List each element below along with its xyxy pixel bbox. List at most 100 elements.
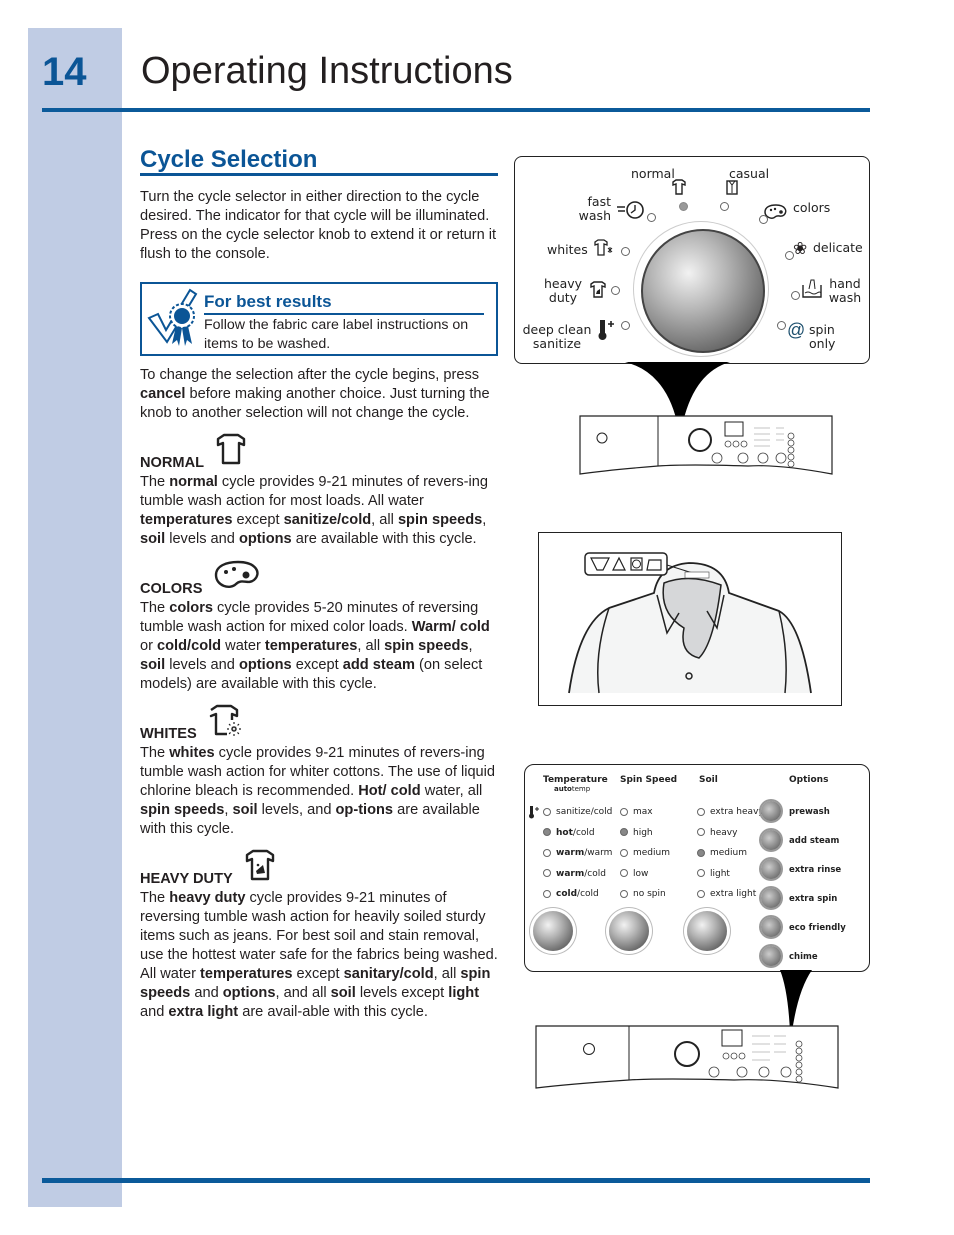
soil-option: extra light <box>697 889 756 899</box>
cycle-name: NORMAL <box>140 455 205 471</box>
led-spin-only <box>777 321 786 330</box>
indicator-led <box>697 828 705 836</box>
dial-label-fast-wash: fast wash <box>578 194 611 223</box>
led-fast-wash <box>647 213 656 222</box>
soil-option: medium <box>697 848 747 858</box>
temperature-option: warm/warm <box>543 848 612 858</box>
heavy-duty-shirt-icon <box>590 281 606 298</box>
washer-console-illustration-1 <box>579 415 833 475</box>
shirt-stain-icon <box>243 849 277 889</box>
cancel-term: cancel <box>140 386 186 402</box>
dial-label-heavy-duty: heavy duty <box>543 276 583 305</box>
cycle-heading: COLORS <box>140 560 498 599</box>
indicator-led <box>543 869 551 877</box>
cycle-name: COLORS <box>140 581 203 597</box>
indicator-led <box>620 807 628 816</box>
sanitize-thermometer-icon <box>529 806 539 819</box>
fast-wash-clock-icon <box>617 201 644 219</box>
section-title: Cycle Selection <box>140 148 498 176</box>
led-normal <box>679 202 688 211</box>
indicator-led <box>543 889 551 898</box>
option-button <box>761 859 781 879</box>
delicate-flower-icon: ❀ <box>793 239 808 258</box>
left-column: Cycle Selection Turn the cycle selector … <box>140 148 498 1022</box>
header-temperature: Temperature <box>543 775 608 785</box>
palette-icon <box>212 559 264 599</box>
option-label: chime <box>789 952 818 962</box>
cycle-description: The heavy duty cycle provides 9-21 minut… <box>140 890 498 1020</box>
indicator-led <box>697 848 705 857</box>
spin-option: high <box>620 828 653 838</box>
header-rule <box>42 108 870 112</box>
indicator-led <box>620 828 628 836</box>
indicator-led <box>697 889 705 898</box>
cycle-whites: WHITES The whites cycle provides 9-21 min… <box>140 704 498 839</box>
change-selection-paragraph: To change the selection after the cycle … <box>140 366 498 423</box>
spin-option: low <box>620 869 648 879</box>
spin-only-spiral-icon: @ <box>787 320 806 340</box>
shirt-sparkle-icon <box>207 704 241 744</box>
soil-option: extra heavy <box>697 807 764 817</box>
whites-sparkle-shirt-icon <box>594 239 613 256</box>
dial-label-delicate: delicate <box>813 240 863 255</box>
led-deep-clean <box>621 321 630 330</box>
dial-label-spin-only: spin only <box>809 322 836 351</box>
cycle-descriptions: NORMAL The normal cycle provides 9-21 min… <box>140 433 498 1022</box>
indicator-led <box>620 848 628 857</box>
indicator-led <box>697 869 705 877</box>
cycle-heavy-duty: HEAVY DUTY The heavy duty cycle provides … <box>140 849 498 1022</box>
hand-wash-icon <box>802 279 822 298</box>
dial-label-hand-wash: hand wash <box>828 276 862 305</box>
option-button <box>761 830 781 850</box>
cycle-selector-panel: normal casual fast wash colors whites ❀ … <box>514 156 870 364</box>
cycle-name: WHITES <box>140 726 197 742</box>
temperature-option: cold/cold <box>543 889 599 899</box>
soil-option: heavy <box>697 828 737 838</box>
cycle-heading: HEAVY DUTY <box>140 849 498 889</box>
indicator-led <box>620 869 628 877</box>
temperature-knob <box>533 911 573 951</box>
cycle-normal: NORMAL The normal cycle provides 9-21 min… <box>140 433 498 549</box>
header-soil: Soil <box>699 775 718 785</box>
autotemp-rest: temp <box>571 785 591 793</box>
change-text: To change the selection after the cycle … <box>140 367 480 383</box>
option-button <box>761 888 781 908</box>
option-label: prewash <box>789 807 830 817</box>
normal-shirt-icon <box>672 179 686 195</box>
dial-label-normal: normal <box>631 166 675 181</box>
dial-label-deep-clean: deep clean sanitize <box>522 322 592 351</box>
cycle-description: The colors cycle provides 5-20 minutes o… <box>140 600 490 692</box>
indicator-led <box>543 848 551 857</box>
footer-rule <box>42 1178 870 1183</box>
cycle-colors: COLORS The colors cycle provides 5-20 min… <box>140 560 498 694</box>
autotemp-bold: auto <box>554 785 572 793</box>
led-heavy-duty <box>611 286 620 295</box>
washer-console-illustration-2 <box>535 1025 839 1089</box>
temperature-option: hot/cold <box>543 828 595 838</box>
spin-option: max <box>620 807 653 817</box>
option-button <box>761 801 781 821</box>
page-title: Operating Instructions <box>141 50 513 92</box>
temperature-option: warm/cold <box>543 869 606 879</box>
shirt-icon <box>214 433 248 473</box>
header-options: Options <box>789 775 829 785</box>
checkmark-ribbon-icon <box>147 288 198 346</box>
led-whites <box>621 247 630 256</box>
indicator-led <box>543 807 551 816</box>
soil-option: light <box>697 869 730 879</box>
spin-speed-knob <box>609 911 649 951</box>
cycle-description: The normal cycle provides 9-21 minutes o… <box>140 474 488 547</box>
dial-label-colors: colors <box>793 200 831 215</box>
option-label: add steam <box>789 836 840 846</box>
autotemp-label: autotemp <box>554 785 590 793</box>
tip-text: Follow the fabric care label instruction… <box>204 317 469 352</box>
tip-rule <box>204 313 484 315</box>
temperature-option: sanitize/cold <box>543 807 612 817</box>
deep-clean-thermometer-icon <box>598 320 614 340</box>
change-text-rest: before making another choice. Just turni… <box>140 386 490 421</box>
shirt-drawing <box>568 552 812 694</box>
indicator-led <box>620 889 628 898</box>
led-hand-wash <box>791 291 800 300</box>
spin-option: no spin <box>620 889 666 899</box>
cycle-selector-knob <box>641 229 765 353</box>
